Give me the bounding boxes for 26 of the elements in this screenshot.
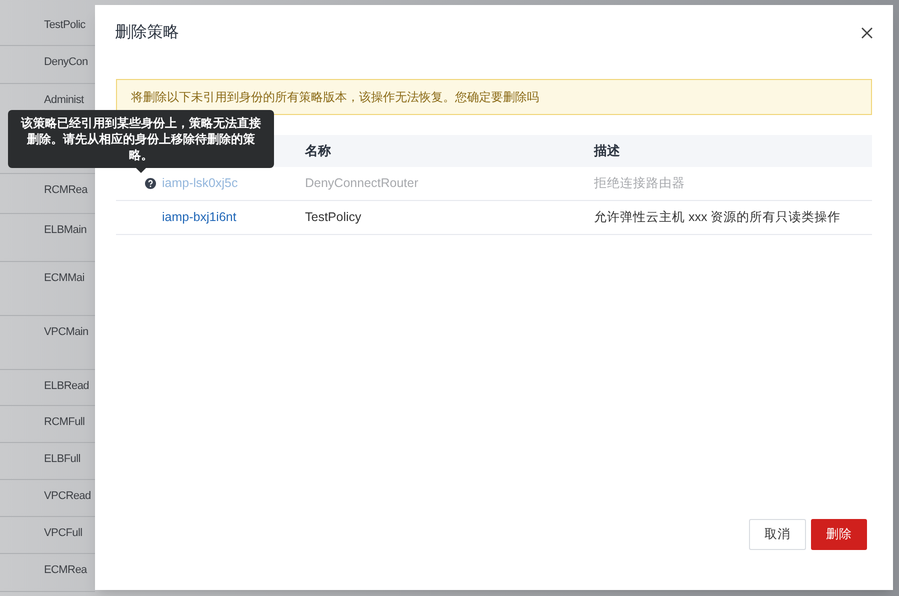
tooltip-arrow — [136, 168, 146, 173]
policy-name: DenyCon — [44, 55, 88, 70]
column-header: 名称 — [305, 142, 332, 160]
policy-name: RCMFull — [44, 415, 85, 430]
table-cell-text: 允许弹性云主机 xxx 资源的所有只读类操作 — [594, 209, 841, 226]
policy-name: VPCRead — [44, 489, 91, 504]
policy-id-link[interactable]: iamp-bxj1i6nt — [162, 208, 242, 227]
policy-name: ELBFull — [44, 452, 80, 467]
table-cell-text: DenyConnectRouter — [305, 175, 420, 192]
column-header: 描述 — [594, 142, 620, 160]
policy-name: ELBRead — [44, 379, 89, 394]
table-cell-text: 拒绝连接路由器 — [594, 175, 685, 192]
policy-name: VPCFull — [44, 526, 82, 541]
policy-name: VPCMain — [44, 325, 88, 340]
cancel-button[interactable]: 取消 — [749, 519, 806, 550]
policy-name: TestPolic — [44, 18, 86, 33]
policy-name: RCMRea — [44, 183, 88, 198]
delete-button[interactable]: 删除 — [811, 519, 867, 550]
policy-name: ECMMai — [44, 271, 84, 286]
close-icon[interactable] — [861, 27, 873, 39]
warning-alert: 将删除以下未引用到身份的所有策略版本，该操作无法恢复。您确定要删除吗 — [116, 79, 872, 115]
policy-name: ELBMain — [44, 223, 87, 238]
table-cell-text: TestPolicy — [305, 209, 362, 226]
dialog-title: 删除策略 — [115, 23, 179, 43]
policy-name: Administ — [44, 93, 84, 108]
policy-name: ECMRea — [44, 563, 87, 578]
